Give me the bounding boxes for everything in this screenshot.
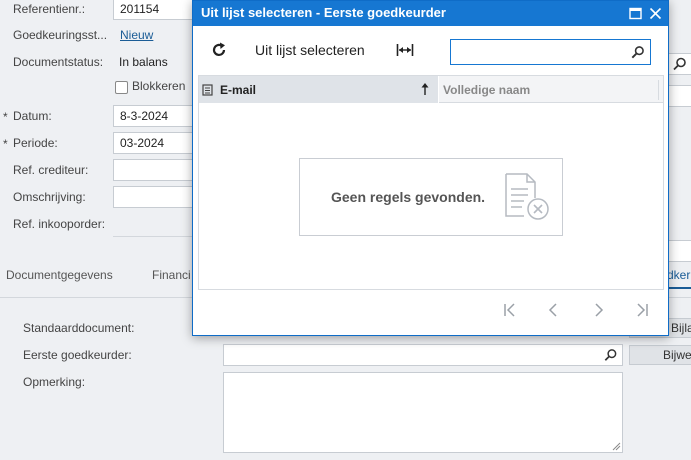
search-icon[interactable]: [631, 45, 645, 59]
side-field[interactable]: [668, 85, 691, 107]
docstatus-value: In balans: [119, 55, 168, 69]
tab-approvals[interactable]: dker: [667, 268, 690, 282]
standard-document-label: Standaarddocument:: [23, 321, 135, 335]
side-field-2[interactable]: [668, 240, 691, 262]
creditor-ref-label: Ref. crediteur:: [13, 163, 89, 177]
description-label: Omschrijving:: [13, 190, 86, 204]
required-mark: *: [3, 137, 8, 151]
creditor-ref-field[interactable]: [113, 159, 203, 181]
tab-document-details[interactable]: Documentgegevens: [6, 268, 113, 282]
previous-page-icon[interactable]: [545, 301, 563, 319]
first-approver-label: Eerste goedkeurder:: [23, 348, 132, 362]
refnr-field[interactable]: 201154: [113, 0, 203, 20]
remark-textarea[interactable]: [223, 372, 623, 453]
grid-row-icon-column[interactable]: [199, 76, 216, 103]
description-field[interactable]: [113, 186, 203, 208]
empty-state: Geen regels gevonden.: [299, 158, 563, 236]
column-email-label: E-mail: [220, 83, 257, 97]
tab-financial[interactable]: Financi: [152, 268, 191, 282]
fit-columns-icon[interactable]: [396, 42, 414, 58]
block-label: Blokkeren: [132, 79, 186, 93]
resize-grip-icon[interactable]: [611, 441, 621, 451]
grid-header: E-mail Volledige naam: [199, 76, 663, 103]
empty-document-icon: [505, 173, 549, 220]
results-grid: E-mail Volledige naam Geen regels gevond…: [198, 75, 664, 290]
po-ref-label: Ref. inkooporder:: [13, 217, 106, 231]
divider: [113, 236, 203, 237]
first-approver-field[interactable]: [223, 344, 623, 366]
column-divider: [658, 80, 659, 100]
maximize-icon[interactable]: [629, 7, 642, 20]
period-label: Periode:: [13, 136, 58, 150]
empty-state-message: Geen regels gevonden.: [331, 189, 486, 205]
dialog-header: Uit lijst selecteren - Eerste goedkeurde…: [193, 1, 668, 26]
last-page-icon[interactable]: [633, 301, 651, 319]
date-field[interactable]: 8-3-2024: [113, 105, 203, 127]
refresh-icon[interactable]: [210, 41, 228, 59]
sort-ascending-icon[interactable]: [420, 82, 430, 96]
document-icon: [202, 84, 213, 96]
date-label: Datum:: [13, 109, 52, 123]
remark-label: Opmerking:: [23, 375, 86, 389]
first-page-icon[interactable]: [501, 301, 519, 319]
docstatus-label: Documentstatus:: [13, 55, 104, 69]
select-from-list-button[interactable]: Uit lijst selecteren: [255, 42, 365, 58]
search-icon[interactable]: [672, 56, 688, 72]
approval-status-label: Goedkeuringsst...: [13, 28, 108, 42]
column-header-full-name[interactable]: Volledige naam: [443, 83, 530, 97]
select-from-list-dialog: Uit lijst selecteren - Eerste goedkeurde…: [192, 0, 669, 336]
dialog-search-input[interactable]: [450, 39, 651, 65]
next-page-icon[interactable]: [589, 301, 607, 319]
column-header-email[interactable]: E-mail: [216, 76, 439, 103]
close-icon[interactable]: [649, 7, 662, 20]
approval-status-link[interactable]: Nieuw: [120, 28, 153, 42]
period-field[interactable]: 03-2024: [113, 132, 203, 154]
edit-button[interactable]: Bijwe: [629, 345, 691, 365]
dialog-title: Uit lijst selecteren - Eerste goedkeurde…: [201, 5, 446, 20]
refnr-label: Referentienr.:: [13, 2, 86, 16]
required-mark: *: [3, 110, 8, 124]
block-checkbox[interactable]: [115, 81, 128, 94]
search-icon[interactable]: [604, 348, 618, 362]
